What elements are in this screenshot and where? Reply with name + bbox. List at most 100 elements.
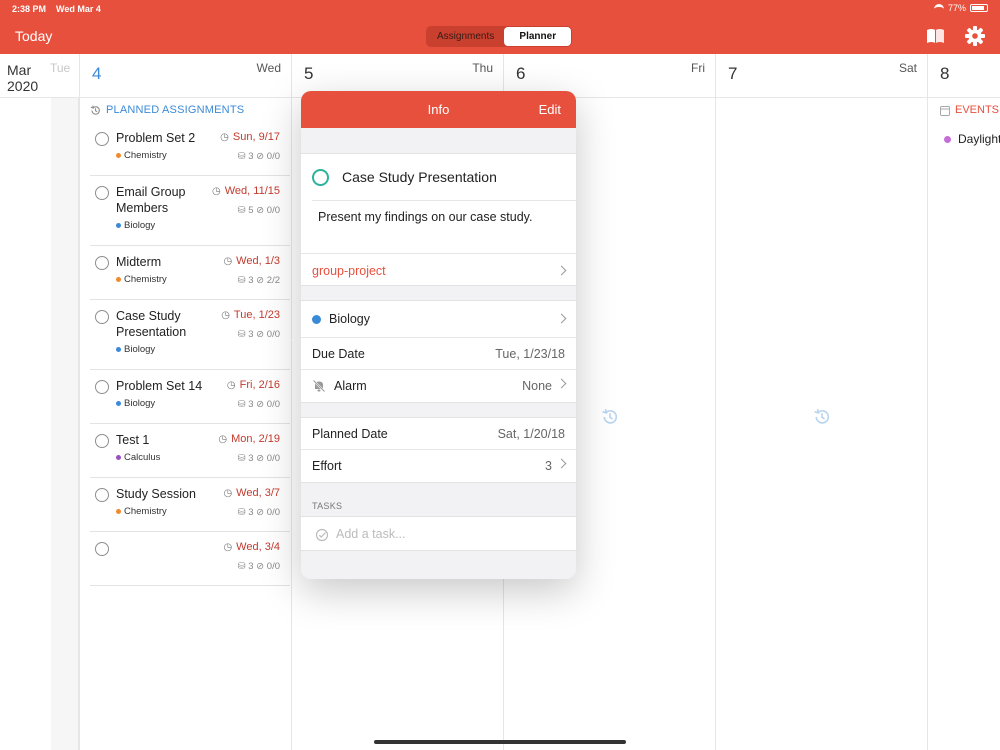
planned-assignments-header: PLANNED ASSIGNMENTS	[90, 104, 244, 116]
month-label: Mar 2020	[7, 62, 38, 94]
alarm-label-wrap: Alarm	[312, 379, 367, 393]
prev-day-label: Tue	[50, 61, 71, 75]
complete-checkbox[interactable]	[95, 380, 109, 394]
assignment-course: Biology	[116, 398, 155, 409]
assignment-row[interactable]: Test 1 Calculus ◷ Mon, 2/19 ⛁ 3 ⊘ 0/0	[90, 424, 290, 478]
assignment-title: Case Study Presentation	[116, 309, 187, 339]
course-due-card: Biology Due Date Tue, 1/23/18 Alarm None	[301, 300, 576, 403]
assignment-row[interactable]: ◷ Wed, 3/4 ⛁ 3 ⊘ 0/0	[90, 532, 290, 586]
tasks-icon: ⊘	[256, 561, 267, 572]
tasks-count: 2/2	[266, 275, 280, 286]
event-item[interactable]: Daylight	[944, 132, 1000, 146]
view-switcher: Assignments Planner	[426, 26, 573, 47]
assignment-meta: ⛁ 3 ⊘ 2/2	[238, 275, 280, 286]
effort-row[interactable]: Effort 3	[301, 450, 576, 482]
due-date: Fri, 2/16	[239, 379, 280, 391]
history-icon	[602, 408, 618, 424]
effort-icon: ⛁	[237, 561, 249, 572]
course-name: Calculus	[124, 452, 161, 463]
course-row[interactable]: Biology	[301, 301, 576, 338]
tasks-count: 0/0	[266, 205, 280, 216]
clock-icon: ◷	[218, 433, 228, 445]
assignment-course: Biology	[116, 344, 155, 355]
due-date: Wed, 1/3	[236, 255, 280, 267]
effort-label: Effort	[312, 459, 342, 473]
assignment-description[interactable]: Present my findings on our case study.	[318, 210, 532, 224]
assignment-title: Case Study Presentation	[342, 169, 497, 185]
assignment-title: Test 1	[116, 433, 150, 447]
home-indicator[interactable]	[374, 740, 626, 744]
chevron-right-icon	[556, 378, 567, 389]
tag-row[interactable]: group-project	[301, 253, 576, 287]
course-name: Chemistry	[124, 274, 167, 285]
assignment-course: Chemistry	[116, 274, 167, 285]
assignment-row[interactable]: Problem Set 14 Biology ◷ Fri, 2/16 ⛁ 3 ⊘ …	[90, 370, 290, 424]
clock-icon: ◷	[226, 379, 236, 391]
effort-value: 3	[248, 399, 254, 410]
assignment-meta: ⛁ 3 ⊘ 0/0	[238, 507, 280, 518]
today-button[interactable]: Today	[15, 28, 52, 44]
book-icon[interactable]	[926, 28, 945, 44]
complete-checkbox[interactable]	[95, 542, 109, 556]
tab-assignments[interactable]: Assignments	[427, 27, 504, 46]
day-header: 7 Sat	[716, 54, 927, 98]
tasks-icon: ⊘	[256, 205, 267, 216]
assignment-due: ◷ Sun, 9/17	[220, 131, 280, 143]
effort-icon: ⛁	[237, 275, 249, 286]
planned-date-value: Sat, 1/20/18	[497, 427, 565, 441]
complete-checkbox[interactable]	[312, 169, 329, 186]
effort-icon: ⛁	[237, 205, 249, 216]
assignment-due: ◷ Mon, 2/19	[218, 433, 280, 445]
gear-icon[interactable]	[964, 25, 986, 47]
planning-card: Planned Date Sat, 1/20/18 Effort 3	[301, 417, 576, 483]
tab-planner[interactable]: Planner	[504, 27, 572, 46]
assignment-row[interactable]: Problem Set 2 Chemistry ◷ Sun, 9/17 ⛁ 3 ⊘…	[90, 122, 290, 176]
due-date: Sun, 9/17	[232, 131, 280, 143]
assignment-due: ◷ Wed, 11/15	[212, 185, 280, 197]
edit-button[interactable]: Edit	[539, 102, 561, 117]
popover-arrow	[291, 330, 301, 350]
complete-checkbox[interactable]	[95, 310, 109, 324]
history-icon	[90, 104, 100, 115]
add-task-input[interactable]: Add a task...	[336, 527, 405, 541]
complete-checkbox[interactable]	[95, 256, 109, 270]
day-column-8[interactable]: 8	[928, 54, 1000, 750]
tasks-icon: ⊘	[256, 329, 267, 340]
planned-date-row[interactable]: Planned Date Sat, 1/20/18	[301, 418, 576, 450]
complete-checkbox[interactable]	[95, 186, 109, 200]
assignment-row[interactable]: Midterm Chemistry ◷ Wed, 1/3 ⛁ 3 ⊘ 2/2	[90, 246, 290, 300]
planned-assignments-list: Problem Set 2 Chemistry ◷ Sun, 9/17 ⛁ 3 ⊘…	[90, 122, 290, 586]
assignment-due: ◷ Wed, 3/7	[223, 487, 280, 499]
complete-checkbox[interactable]	[95, 132, 109, 146]
course-color-dot	[312, 314, 321, 324]
assignment-due: ◷ Wed, 3/4	[223, 541, 280, 553]
course-color-dot	[116, 277, 121, 282]
calendar-icon	[940, 105, 950, 116]
assignment-row-selected[interactable]: Case Study Presentation Biology ◷ Tue, 1/…	[90, 300, 290, 370]
add-task-row[interactable]: Add a task...	[301, 516, 576, 551]
alarm-label: Alarm	[334, 379, 367, 393]
effort-icon: ⛁	[237, 399, 249, 410]
course-color-dot	[116, 455, 121, 460]
status-date: Wed Mar 4	[56, 4, 101, 14]
assignment-meta: ⛁ 3 ⊘ 0/0	[238, 151, 280, 162]
tasks-icon: ⊘	[256, 507, 267, 518]
assignment-row[interactable]: Study Session Chemistry ◷ Wed, 3/7 ⛁ 3 ⊘ …	[90, 478, 290, 532]
course-name: Chemistry	[124, 150, 167, 161]
effort-value: 5	[248, 205, 254, 216]
assignment-row[interactable]: Email Group Members Biology ◷ Wed, 11/15 …	[90, 176, 290, 246]
effort-value: 3	[545, 459, 552, 473]
assignment-course: Chemistry	[116, 150, 167, 161]
title-row: Case Study Presentation	[312, 154, 576, 201]
prev-day-strip[interactable]	[51, 98, 79, 750]
popover-header: Info Edit	[301, 91, 576, 128]
complete-checkbox[interactable]	[95, 434, 109, 448]
effort-value: 3	[248, 507, 254, 518]
planned-header-label: PLANNED ASSIGNMENTS	[106, 104, 245, 116]
complete-checkbox[interactable]	[95, 488, 109, 502]
due-date-row[interactable]: Due Date Tue, 1/23/18	[301, 338, 576, 370]
alarm-row[interactable]: Alarm None	[301, 370, 576, 402]
assignment-meta: ⛁ 5 ⊘ 0/0	[238, 205, 280, 216]
day-column-7[interactable]: 7 Sat	[716, 54, 928, 750]
day-name: Wed	[256, 61, 281, 75]
